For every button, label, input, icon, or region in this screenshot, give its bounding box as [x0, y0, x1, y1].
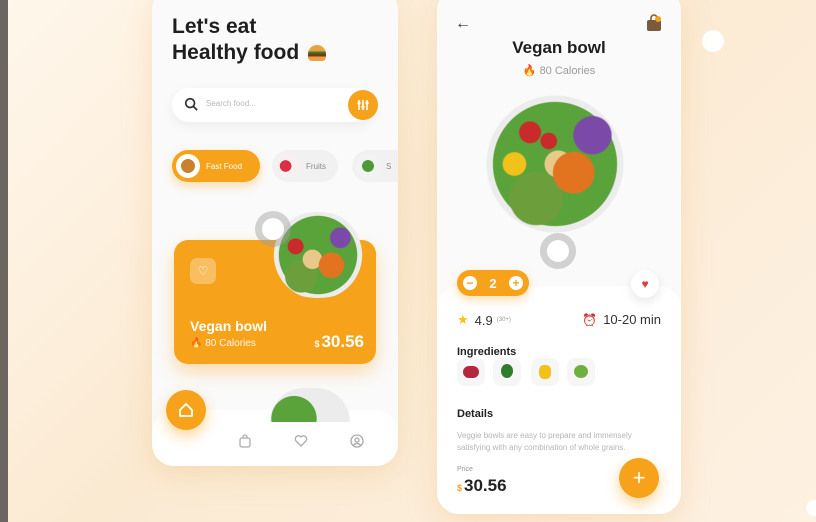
- burger-icon: [308, 45, 327, 61]
- plus-button[interactable]: +: [508, 276, 523, 290]
- calories-text: 80 Calories: [205, 338, 256, 349]
- heading-line-1: Let's eat: [172, 15, 257, 38]
- price-value: 30.56: [464, 476, 507, 495]
- bag-icon[interactable]: [645, 14, 663, 32]
- category-label: S: [386, 161, 392, 171]
- prep-time: ⏰ 10-20 min: [582, 312, 661, 327]
- heading-text: Healthy food: [172, 41, 300, 64]
- category-salad[interactable]: S: [352, 150, 398, 182]
- heart-icon[interactable]: ♡: [190, 258, 216, 284]
- search-bar[interactable]: Search food...: [172, 88, 378, 122]
- currency-symbol: $: [314, 339, 320, 349]
- search-input[interactable]: Search food...: [206, 99, 256, 108]
- price-label: Price: [457, 466, 473, 473]
- profile-icon[interactable]: [350, 434, 364, 448]
- bowl-image: [477, 92, 633, 236]
- quantity-value: 2: [489, 275, 497, 291]
- star-icon: ★: [457, 312, 469, 327]
- category-fast-food[interactable]: Fast Food: [172, 150, 260, 182]
- fire-icon: 🔥: [522, 65, 537, 77]
- bowl-image-peek: [270, 388, 350, 422]
- burger-icon: [176, 154, 200, 178]
- bag-icon[interactable]: [238, 434, 252, 448]
- detail-screen: ← Vegan bowl 🔥 80 Calories − 2 + ♥ ★ 4.9…: [437, 0, 681, 514]
- price: $30.56: [457, 476, 507, 496]
- time-value: 10-20 min: [603, 312, 661, 327]
- rating: ★ 4.9 (30+): [457, 312, 511, 328]
- decor-dot: [806, 500, 816, 516]
- food-calories: 🔥 80 Calories: [437, 64, 681, 77]
- broccoli-icon: [493, 358, 521, 386]
- home-button[interactable]: [166, 390, 206, 430]
- add-to-cart-button[interactable]: +: [619, 458, 659, 498]
- calories-text: 80 Calories: [539, 65, 596, 77]
- touch-indicator: [547, 240, 569, 262]
- home-icon: [179, 403, 193, 417]
- description: Veggie bowls are easy to prepare and imm…: [457, 431, 632, 452]
- heading-line-2: Healthy food: [172, 40, 327, 66]
- search-icon: [184, 97, 198, 111]
- background: [0, 0, 816, 522]
- home-screen: Let's eat Healthy food Search food... Fa…: [152, 0, 398, 466]
- touch-indicator: [262, 218, 284, 240]
- rating-count: (30+): [496, 317, 511, 323]
- ingredients-heading: Ingredients: [457, 346, 517, 358]
- price-value: 30.56: [321, 332, 364, 351]
- heart-icon[interactable]: [294, 434, 308, 448]
- food-name: Vegan bowl: [190, 318, 268, 334]
- decor-dot: [702, 30, 724, 52]
- category-label: Fruits: [306, 161, 326, 171]
- category-fruits[interactable]: Fruits: [272, 150, 338, 182]
- heart-icon: ♥: [641, 277, 649, 291]
- food-title: Vegan bowl: [512, 38, 606, 57]
- filter-icon: [357, 100, 369, 110]
- clock-icon: ⏰: [582, 312, 598, 327]
- rating-value: 4.9: [474, 312, 493, 328]
- left-edge-bar: [0, 0, 8, 522]
- currency-symbol: $: [457, 483, 463, 493]
- salad-icon: [356, 154, 380, 178]
- minus-button[interactable]: −: [463, 276, 477, 290]
- details-heading: Details: [457, 408, 494, 420]
- food-calories: 🔥 80 Calories: [190, 338, 256, 349]
- fruit-icon: [276, 154, 300, 178]
- food-price: $30.56: [314, 332, 364, 352]
- filter-button[interactable]: [348, 90, 378, 120]
- lettuce-icon: [567, 358, 595, 386]
- pepper-icon: [531, 358, 559, 386]
- meat-icon: [457, 358, 485, 386]
- back-arrow-icon[interactable]: ←: [455, 15, 471, 33]
- quantity-stepper[interactable]: − 2 +: [457, 270, 529, 296]
- category-label: Fast Food: [206, 161, 243, 171]
- favorite-button[interactable]: ♥: [631, 270, 659, 298]
